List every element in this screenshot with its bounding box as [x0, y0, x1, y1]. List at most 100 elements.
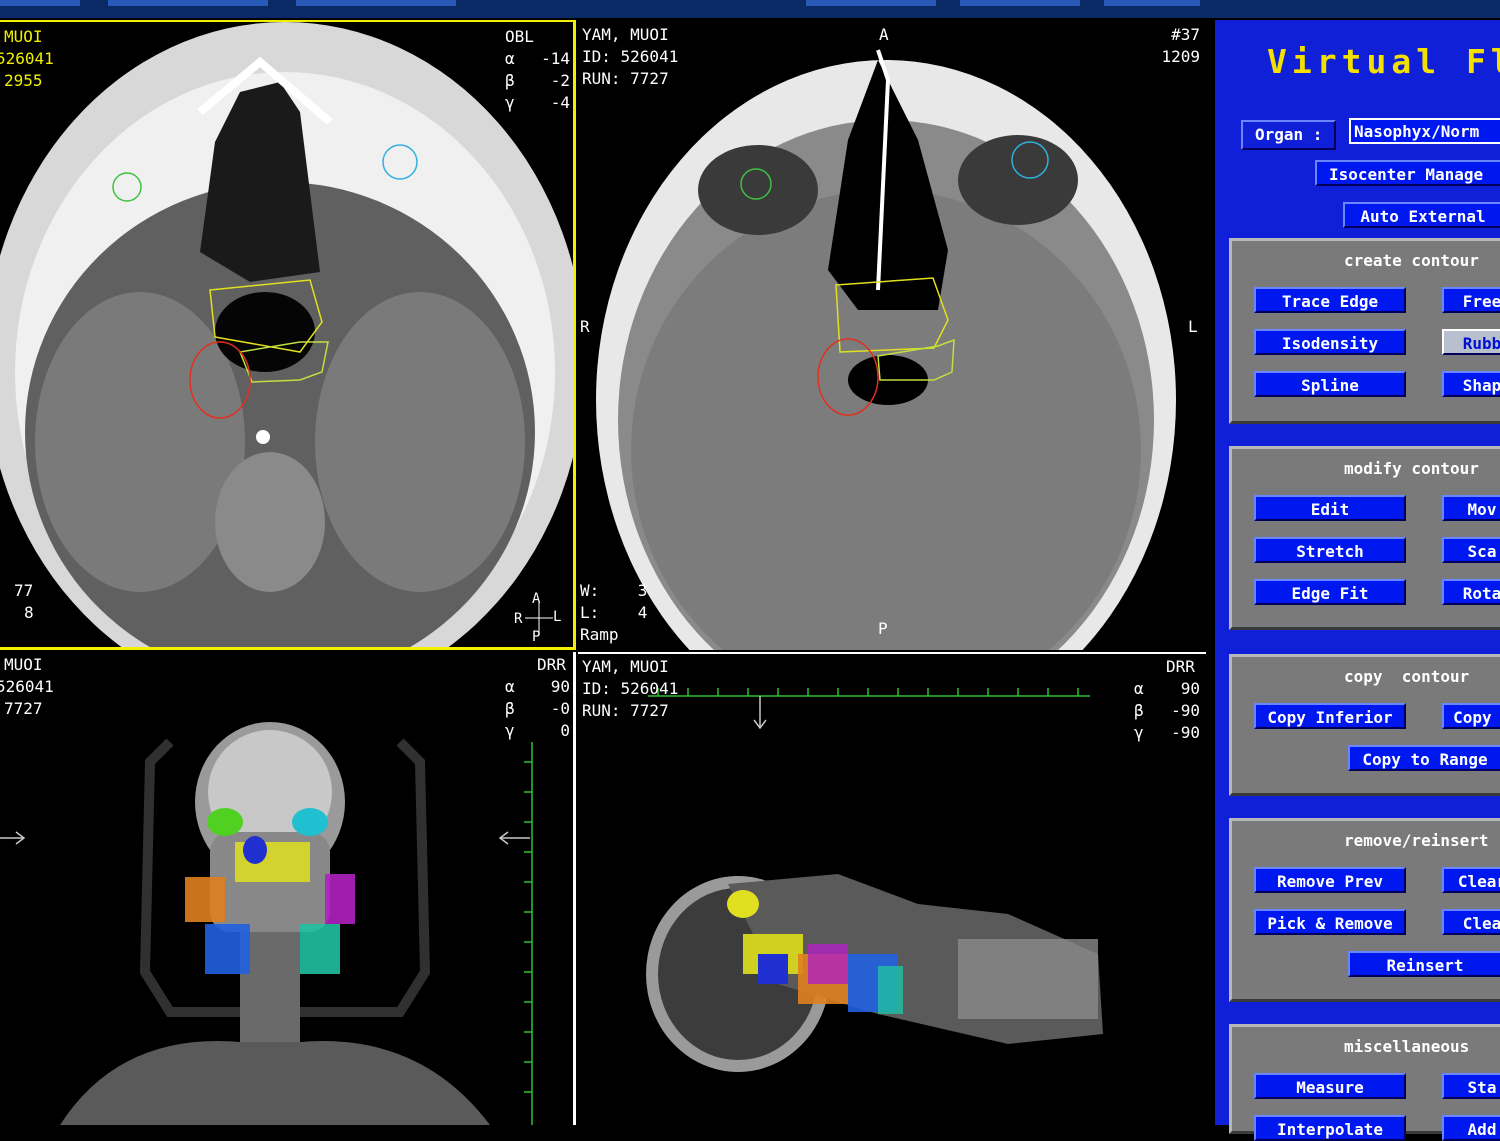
bottom-info-1: 77 — [14, 581, 34, 600]
copy-contour-group: copy contour Copy Inferior Copy S Copy t… — [1229, 654, 1500, 796]
angle-beta-symbol: β — [505, 699, 515, 718]
angle-alpha-value: 90 — [550, 677, 570, 696]
scale-button[interactable]: Sca — [1442, 537, 1500, 563]
arrow-left-icon — [498, 831, 530, 845]
slice-position: 1209 — [1161, 47, 1200, 66]
window-width: W: 3 — [580, 581, 648, 600]
interpolate-button[interactable]: Interpolate — [1254, 1115, 1406, 1141]
orientation-left: L — [1188, 317, 1198, 336]
copy-to-range-button[interactable]: Copy to Range — [1348, 745, 1500, 771]
statistics-button[interactable]: Sta — [1442, 1073, 1500, 1099]
group-title: create contour — [1344, 251, 1479, 270]
move-button[interactable]: Mov — [1442, 495, 1500, 521]
drr-lateral-image — [646, 688, 1103, 1072]
run-number: RUN: 7727 — [582, 69, 669, 88]
angle-alpha-symbol: α — [1134, 679, 1144, 698]
patient-name: MUOI — [4, 27, 43, 46]
mri-axial-image — [0, 22, 573, 647]
lut-name: Ramp — [580, 625, 619, 644]
measure-button[interactable]: Measure — [1254, 1073, 1406, 1099]
add-button[interactable]: Add — [1442, 1115, 1500, 1141]
patient-id: 526041 — [0, 49, 54, 68]
angle-alpha-value: -14 — [541, 49, 570, 68]
run-number: 7727 — [4, 699, 43, 718]
run-number: RUN: 7727 — [582, 701, 669, 720]
view-mode: OBL — [505, 27, 534, 46]
stretch-button[interactable]: Stretch — [1254, 537, 1406, 563]
patient-name: YAM, MUOI — [582, 25, 669, 44]
orientation-right: R — [580, 317, 590, 336]
angle-alpha-value: 90 — [1180, 679, 1200, 698]
angle-beta-symbol: β — [1134, 701, 1144, 720]
toolbar-tab[interactable] — [0, 0, 80, 6]
angle-gamma-symbol: γ — [505, 721, 515, 740]
create-contour-group: create contour Trace Edge Free Isodensit… — [1229, 238, 1500, 424]
patient-name: MUOI — [4, 655, 43, 674]
toolbar-tab[interactable] — [1104, 0, 1200, 6]
top-toolbar-strip — [0, 0, 1500, 18]
viewport-axial-mri[interactable]: MUOI 526041 2955 OBL α -14 β -2 γ -4 77 … — [0, 20, 576, 650]
angle-beta-value: -90 — [1171, 701, 1200, 720]
isodensity-button[interactable]: Isodensity — [1254, 329, 1406, 355]
trace-edge-button[interactable]: Trace Edge — [1254, 287, 1406, 313]
angle-beta-symbol: β — [505, 71, 515, 90]
viewport-axial-ct[interactable]: YAM, MUOI ID: 526041 RUN: 7727 A P R L #… — [578, 20, 1206, 650]
isocenter-manager-button[interactable]: Isocenter Manage — [1315, 160, 1500, 186]
angle-gamma-value: -90 — [1171, 723, 1200, 742]
rubber-band-button[interactable]: Rubb — [1442, 329, 1500, 355]
toolbar-tab[interactable] — [960, 0, 1080, 6]
modify-contour-group: modify contour Edit Mov Stretch Sca Edge… — [1229, 446, 1500, 630]
edge-fit-button[interactable]: Edge Fit — [1254, 579, 1406, 605]
view-mode: DRR — [537, 655, 566, 674]
group-title: remove/reinsert — [1344, 831, 1489, 850]
patient-id: ID: 526041 — [582, 679, 679, 698]
miscellaneous-group: miscellaneous Measure Sta Interpolate Ad… — [1229, 1024, 1500, 1141]
panel-title: Virtual Flu — [1267, 42, 1500, 81]
orientation-posterior: P — [878, 619, 888, 638]
orientation-up: A — [532, 591, 541, 607]
orientation-right: L — [553, 609, 562, 625]
angle-gamma-symbol: γ — [1134, 723, 1144, 742]
bottom-info-2: 8 — [24, 603, 34, 622]
viewport-drr-frontal[interactable]: MUOI 526041 7727 DRR α 90 β -0 γ 0 — [0, 652, 576, 1125]
copy-inferior-button[interactable]: Copy Inferior — [1254, 703, 1406, 729]
angle-beta-value: -0 — [550, 699, 570, 718]
angle-alpha-symbol: α — [505, 49, 515, 68]
auto-external-button[interactable]: Auto External — [1343, 202, 1500, 228]
organ-label: Organ : — [1241, 120, 1337, 150]
edit-button[interactable]: Edit — [1254, 495, 1406, 521]
freehand-button[interactable]: Free — [1442, 287, 1500, 313]
toolbar-tab[interactable] — [806, 0, 936, 6]
shape-button[interactable]: Shap — [1442, 371, 1500, 397]
reinsert-button[interactable]: Reinsert — [1348, 951, 1500, 977]
remove-reinsert-group: remove/reinsert Remove Prev Clear Pick &… — [1229, 818, 1500, 1002]
group-title: copy contour — [1344, 667, 1470, 686]
ruler-scale — [648, 688, 1090, 697]
angle-gamma-value: 0 — [560, 721, 570, 740]
toolbar-tab[interactable] — [108, 0, 268, 6]
patient-id: ID: 526041 — [582, 47, 679, 66]
toolbar-tab[interactable] — [296, 0, 456, 6]
viewport-drr-lateral[interactable]: YAM, MUOI ID: 526041 RUN: 7727 DRR α 90 … — [578, 652, 1206, 1125]
rotate-button[interactable]: Rota — [1442, 579, 1500, 605]
orientation-left: R — [514, 611, 523, 627]
slice-number: #37 — [1171, 25, 1200, 44]
remove-prev-button[interactable]: Remove Prev — [1254, 867, 1406, 893]
arrow-down-icon — [753, 696, 767, 730]
clear-button[interactable]: Clear — [1442, 867, 1500, 893]
window-level: L: 4 — [580, 603, 648, 622]
group-title: modify contour — [1344, 459, 1479, 478]
spline-button[interactable]: Spline — [1254, 371, 1406, 397]
ct-axial-image — [596, 49, 1176, 650]
clear-all-button[interactable]: Clea — [1442, 909, 1500, 935]
pick-remove-button[interactable]: Pick & Remove — [1254, 909, 1406, 935]
copy-superior-button[interactable]: Copy S — [1442, 703, 1500, 729]
arrow-right-icon — [0, 831, 26, 845]
group-title: miscellaneous — [1344, 1037, 1470, 1056]
organ-field[interactable]: Nasophyx/Norm — [1349, 118, 1500, 144]
angle-gamma-symbol: γ — [505, 93, 515, 112]
drr-frontal-image — [0, 722, 533, 1125]
patient-name: YAM, MUOI — [582, 657, 669, 676]
patient-id: 526041 — [0, 677, 54, 696]
angle-beta-value: -2 — [550, 71, 570, 90]
